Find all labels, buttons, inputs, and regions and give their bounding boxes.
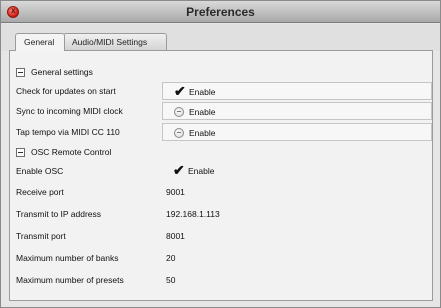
checkmark-icon: ✔ [174,83,186,99]
general-settings-header[interactable]: General settings [12,65,432,81]
tap-tempo-checkbox[interactable]: Enable [162,123,432,141]
checkbox-label: Enable [189,107,216,117]
osc-remote-control-header[interactable]: OSC Remote Control [12,145,432,161]
checkbox-label: Enable [189,128,216,138]
row-label: Receive port [16,187,64,197]
row-tap-tempo: Tap tempo via MIDI CC 110 Enable [12,123,432,142]
row-label: Tap tempo via MIDI CC 110 [16,127,120,137]
transmit-port-field[interactable]: 8001 [162,227,432,245]
field-value: 50 [166,275,176,285]
checkbox-label: Enable [188,166,215,176]
window-title: Preferences [186,5,255,19]
row-label: Maximum number of banks [16,253,119,263]
row-label: Transmit to IP address [16,209,102,219]
collapse-icon[interactable] [16,148,25,157]
transmit-ip-field[interactable]: 192.168.1.113 [162,205,432,223]
checkbox-label: Enable [189,87,216,97]
row-receive-port: Receive port 9001 [12,183,432,202]
row-label: Sync to incoming MIDI clock [16,106,123,116]
general-settings-title: General settings [31,67,93,77]
row-label: Enable OSC [16,166,64,176]
enable-osc-checkbox[interactable]: ✔ Enable [162,162,432,180]
collapse-icon[interactable] [16,68,25,77]
row-enable-osc: Enable OSC ✔ Enable [12,162,432,181]
field-value: 9001 [166,187,185,197]
row-max-banks: Maximum number of banks 20 [12,249,432,268]
row-transmit-port: Transmit port 8001 [12,227,432,246]
row-max-presets: Maximum number of presets 50 [12,271,432,290]
title-bar[interactable]: x Preferences [1,1,440,23]
osc-section-title: OSC Remote Control [31,147,112,157]
row-check-updates: Check for updates on start ✔ Enable [12,82,432,101]
max-presets-field[interactable]: 50 [162,271,432,289]
checkmark-icon: ✔ [173,162,185,178]
unchecked-icon [174,128,184,138]
tab-general[interactable]: General [15,33,65,51]
row-label: Transmit port [16,231,66,241]
tab-audio-midi-settings[interactable]: Audio/MIDI Settings [63,33,167,50]
preferences-window: x Preferences General Audio/MIDI Setting… [0,0,441,308]
row-label: Maximum number of presets [16,275,124,285]
tab-bar: General Audio/MIDI Settings [1,24,440,51]
max-banks-field[interactable]: 20 [162,249,432,267]
row-label: Check for updates on start [16,86,116,96]
check-updates-checkbox[interactable]: ✔ Enable [162,82,432,100]
row-transmit-ip: Transmit to IP address 192.168.1.113 [12,205,432,224]
sync-midi-clock-checkbox[interactable]: Enable [162,102,432,120]
receive-port-field[interactable]: 9001 [162,183,432,201]
unchecked-icon [174,107,184,117]
settings-panel: General settings Check for updates on st… [9,50,433,301]
field-value: 8001 [166,231,185,241]
field-value: 20 [166,253,176,263]
field-value: 192.168.1.113 [166,209,220,219]
row-sync-midi-clock: Sync to incoming MIDI clock Enable [12,102,432,121]
